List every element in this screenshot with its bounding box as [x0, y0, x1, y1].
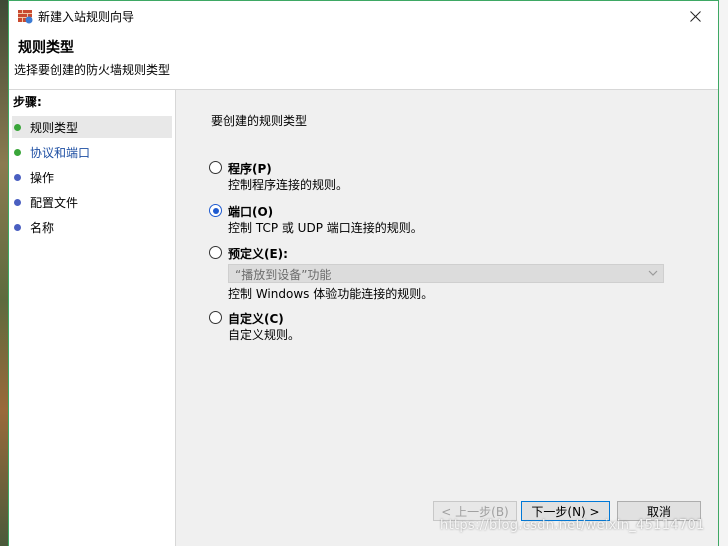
step-pending-dot-icon: [14, 223, 21, 231]
option-label[interactable]: 端口(O): [228, 203, 273, 220]
close-icon: [689, 10, 701, 22]
rule-type-prompt: 要创建的规则类型: [211, 114, 308, 128]
page-title: 规则类型: [18, 40, 74, 56]
option-label[interactable]: 程序(P): [228, 160, 272, 177]
option-description: 自定义规则。: [228, 328, 301, 342]
radio-button[interactable]: [209, 311, 222, 324]
window-title: 新建入站规则向导: [38, 10, 135, 24]
close-button[interactable]: [672, 1, 718, 31]
steps-heading: 步骤:: [13, 95, 42, 109]
step-done-dot-icon: [14, 148, 21, 156]
page-subtitle: 选择要创建的防火墙规则类型: [14, 63, 171, 77]
step-label: 名称: [30, 220, 55, 235]
wizard-header: 规则类型 选择要创建的防火墙规则类型: [9, 31, 718, 90]
step-rule-type[interactable]: 规则类型: [12, 116, 172, 138]
step-label: 操作: [30, 170, 55, 185]
firewall-icon: [18, 10, 33, 24]
select-value: “播放到设备”功能: [235, 268, 332, 282]
step-pending-dot-icon: [14, 173, 21, 181]
radio-button[interactable]: [209, 161, 222, 174]
step-label: 规则类型: [30, 120, 79, 135]
radio-button-selected[interactable]: [209, 204, 222, 217]
step-protocol-ports[interactable]: 协议和端口: [12, 141, 172, 163]
chevron-down-icon: [648, 270, 658, 276]
desktop-background-right: [718, 0, 728, 546]
option-label[interactable]: 预定义(E):: [228, 245, 288, 262]
step-label: 配置文件: [30, 195, 79, 210]
title-bar[interactable]: 新建入站规则向导: [9, 1, 718, 31]
step-profile[interactable]: 配置文件: [12, 191, 172, 213]
radio-button[interactable]: [209, 246, 222, 259]
option-description: 控制程序连接的规则。: [228, 178, 349, 192]
step-pending-dot-icon: [14, 198, 21, 206]
watermark-text: https://blog.csdn.net/weixin_45114701: [440, 518, 705, 533]
wizard-window: 新建入站规则向导 规则类型 选择要创建的防火墙规则类型 步骤: 规则类型 协议和…: [8, 0, 719, 546]
option-description: 控制 TCP 或 UDP 端口连接的规则。: [228, 221, 423, 235]
step-label: 协议和端口: [30, 145, 91, 160]
predefined-rule-select[interactable]: “播放到设备”功能: [228, 264, 664, 283]
option-description: 控制 Windows 体验功能连接的规则。: [228, 287, 434, 301]
step-name[interactable]: 名称: [12, 216, 172, 238]
steps-pane: 步骤: 规则类型 协议和端口 操作 配置文件 名称: [9, 90, 176, 546]
step-done-dot-icon: [14, 123, 21, 131]
option-label[interactable]: 自定义(C): [228, 310, 284, 327]
content-pane: 要创建的规则类型 程序(P) 控制程序连接的规则。 端口(O) 控制 TCP 或…: [176, 90, 718, 546]
step-action[interactable]: 操作: [12, 166, 172, 188]
